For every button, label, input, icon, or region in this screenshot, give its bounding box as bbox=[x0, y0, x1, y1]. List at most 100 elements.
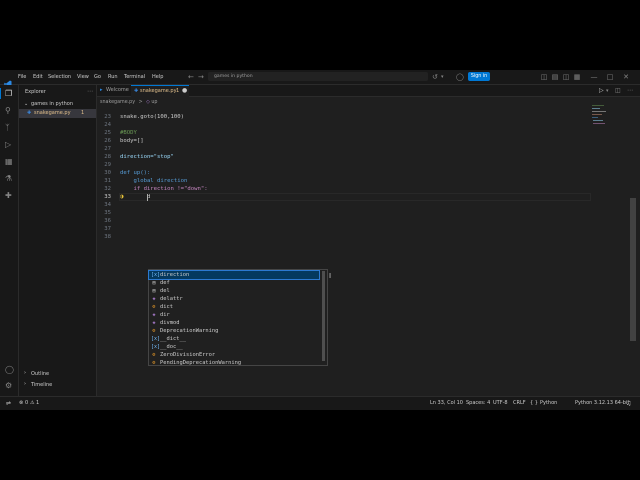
code-text: def up(): bbox=[120, 170, 151, 176]
editor-vertical-scrollbar[interactable] bbox=[630, 198, 636, 341]
function-icon: ◈ bbox=[152, 319, 156, 326]
tab-label: Welcome bbox=[106, 87, 129, 93]
braces-icon[interactable]: { } bbox=[530, 397, 538, 410]
suggestion-item[interactable]: ◈ divmod bbox=[149, 319, 319, 327]
tab-badge: 1 bbox=[176, 88, 180, 94]
suggestion-item[interactable]: ⚙ ZeroDivisionError bbox=[149, 351, 319, 359]
remote-indicator-icon[interactable]: ⇌ bbox=[6, 397, 11, 410]
menu-file[interactable]: File bbox=[18, 70, 26, 84]
menu-go[interactable]: Go bbox=[94, 70, 101, 84]
outline-panel-header[interactable]: Outline bbox=[31, 371, 49, 377]
line-number: 29 bbox=[104, 162, 111, 168]
account-icon[interactable]: ◯ bbox=[456, 73, 464, 81]
indentation[interactable]: Spaces: 4 bbox=[466, 397, 490, 410]
warnings-count[interactable]: 1 bbox=[36, 397, 39, 410]
toggle-secondary-sidebar-icon[interactable]: ◫ bbox=[562, 73, 570, 81]
command-center-search[interactable]: games in python bbox=[208, 72, 428, 81]
breadcrumb-file[interactable]: snakegame.py bbox=[100, 100, 135, 105]
cursor-position[interactable]: Ln 33, Col 10 bbox=[430, 397, 463, 410]
sign-in-button[interactable]: Sign in bbox=[468, 72, 490, 81]
extensions-icon[interactable]: ▦ bbox=[5, 158, 13, 166]
errors-count[interactable]: 0 bbox=[25, 397, 28, 410]
minimap[interactable] bbox=[592, 105, 612, 135]
explorer-more-icon[interactable]: ⋯ bbox=[87, 88, 93, 95]
tab-welcome[interactable]: ▸ Welcome bbox=[97, 85, 131, 96]
manage-gear-icon[interactable]: ⚙ bbox=[5, 382, 12, 390]
unsaved-dot-icon[interactable]: ● bbox=[182, 87, 187, 94]
close-icon[interactable]: ✕ bbox=[622, 73, 630, 81]
vscode-small-icon: ▸ bbox=[100, 87, 103, 93]
breadcrumb-separator: > bbox=[138, 100, 143, 105]
code-line: 37 bbox=[97, 225, 567, 233]
source-control-icon[interactable]: ᛉ bbox=[5, 124, 10, 132]
suggestion-item[interactable]: [x]__doc__ bbox=[149, 343, 319, 351]
code-line: 25 #BODY bbox=[97, 129, 567, 137]
suggestion-item[interactable]: ⚙ PendingDeprecationWarning bbox=[149, 359, 319, 367]
encoding[interactable]: UTF-8 bbox=[493, 397, 508, 410]
outline-chevron-icon[interactable]: › bbox=[24, 370, 26, 376]
folder-chevron-icon[interactable]: ⌄ bbox=[24, 101, 28, 107]
code-text: direction="stop" bbox=[120, 154, 174, 160]
code-line: 30 def up(): bbox=[97, 169, 567, 177]
run-debug-icon[interactable]: ▷ bbox=[5, 141, 11, 149]
testing-icon[interactable]: ⚗ bbox=[5, 175, 12, 183]
menu-selection[interactable]: Selection bbox=[48, 70, 71, 84]
menu-run[interactable]: Run bbox=[108, 70, 118, 84]
code-line: 32 if direction !="down": bbox=[97, 185, 567, 193]
menu-help[interactable]: Help bbox=[152, 70, 163, 84]
chevron-down-icon[interactable]: ▾ bbox=[441, 73, 444, 81]
menu-view[interactable]: View bbox=[77, 70, 89, 84]
suggestion-item[interactable]: ◈ dir bbox=[149, 311, 319, 319]
suggestion-item[interactable]: ▤ def bbox=[149, 279, 319, 287]
minimize-icon[interactable]: — bbox=[590, 73, 598, 81]
suggestion-item[interactable]: ▤ del bbox=[149, 287, 319, 295]
nav-back-icon[interactable]: ← bbox=[188, 73, 194, 81]
status-bar: ⇌ ⊗ 0 ⚠ 1 Ln 33, Col 10 Spaces: 4 UTF-8 … bbox=[0, 396, 640, 410]
nav-forward-icon[interactable]: → bbox=[198, 73, 204, 81]
toggle-panel-icon[interactable]: ▤ bbox=[551, 73, 559, 81]
suggestion-item[interactable]: ◈ delattr bbox=[149, 295, 319, 303]
warnings-icon[interactable]: ⚠ bbox=[30, 397, 34, 410]
search-icon[interactable]: ⚲ bbox=[5, 107, 11, 115]
title-bar: File Edit Selection View Go Run Terminal… bbox=[0, 70, 640, 88]
explorer-icon[interactable]: ❐ bbox=[5, 90, 12, 98]
cursor-line-highlight bbox=[119, 193, 591, 201]
menu-edit[interactable]: Edit bbox=[33, 70, 43, 84]
toggle-primary-sidebar-icon[interactable]: ◫ bbox=[540, 73, 548, 81]
split-editor-icon[interactable]: ◫ bbox=[615, 87, 621, 95]
tab-snakegame[interactable]: ✚ snakegame.py 1 ● bbox=[131, 85, 189, 97]
run-python-file-icon[interactable]: ▷ bbox=[599, 87, 604, 95]
line-number: 32 bbox=[104, 186, 111, 192]
suggestion-item[interactable]: [x]direction bbox=[148, 270, 320, 280]
vscode-window: File Edit Selection View Go Run Terminal… bbox=[0, 70, 640, 410]
suggestion-item[interactable]: [x]__dict__ bbox=[149, 335, 319, 343]
language-mode[interactable]: Python bbox=[540, 397, 557, 410]
python-interpreter[interactable]: Python 3.12.13 64-bit bbox=[575, 397, 629, 410]
timeline-panel-header[interactable]: Timeline bbox=[31, 382, 52, 388]
copilot-icon[interactable]: ↺ bbox=[432, 73, 438, 81]
errors-icon[interactable]: ⊗ bbox=[19, 397, 23, 410]
code-text: #BODY bbox=[120, 130, 137, 136]
editor-more-icon[interactable]: ⋯ bbox=[627, 87, 633, 95]
folder-label[interactable]: games in python bbox=[31, 101, 73, 107]
breadcrumb-symbol[interactable]: up bbox=[151, 100, 157, 105]
code-text: global direction bbox=[120, 178, 188, 184]
accounts-icon[interactable]: ◯ bbox=[5, 366, 14, 374]
menu-terminal[interactable]: Terminal bbox=[124, 70, 145, 84]
suggestion-label: ZeroDivisionError bbox=[160, 352, 216, 358]
end-of-line[interactable]: CRLF bbox=[513, 397, 526, 410]
customize-layout-icon[interactable]: ▦ bbox=[573, 73, 581, 81]
suggestion-item[interactable]: ⚙ DeprecationWarning bbox=[149, 327, 319, 335]
suggestion-item[interactable]: ⚙ dict bbox=[149, 303, 319, 311]
search-input[interactable]: games in python bbox=[214, 72, 253, 81]
notifications-bell-icon[interactable]: ♫ bbox=[626, 397, 631, 410]
lightbulb-icon[interactable]: ◑ bbox=[120, 193, 124, 200]
maximize-icon[interactable]: □ bbox=[606, 73, 614, 81]
file-tree-item-snakegame[interactable]: ✚ snakegame.py 1 bbox=[19, 109, 96, 118]
line-number: 36 bbox=[104, 218, 111, 224]
code-text: if direction !="down": bbox=[120, 186, 208, 192]
timeline-chevron-icon[interactable]: › bbox=[24, 381, 26, 387]
python-icon[interactable]: ✚ bbox=[5, 192, 12, 200]
suggest-scrollbar[interactable] bbox=[322, 271, 325, 361]
run-dropdown-icon[interactable]: ▾ bbox=[606, 87, 609, 95]
